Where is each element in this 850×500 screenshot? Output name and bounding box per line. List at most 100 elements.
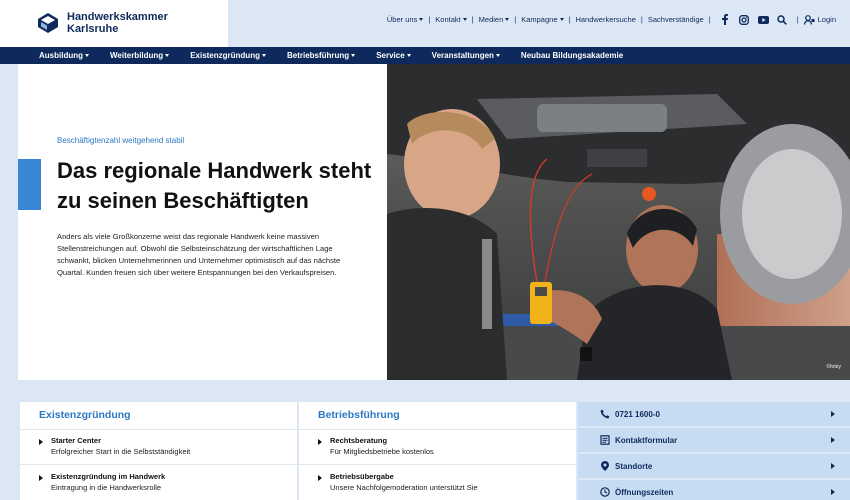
card-item-subtitle: Unsere Nachfolgemoderation unterstützt S… bbox=[330, 483, 478, 492]
arrow-right-icon bbox=[831, 463, 835, 469]
logo-link[interactable]: Handwerkskammer Karlsruhe bbox=[0, 0, 228, 47]
utility-nav: Über uns | Kontakt | Medien | Kampagne |… bbox=[387, 14, 836, 25]
logo-text: Handwerkskammer Karlsruhe bbox=[67, 11, 168, 35]
nav-label: Betriebsführung bbox=[286, 51, 350, 60]
card-item-subtitle: Eintragung in die Handwerksrolle bbox=[51, 483, 162, 492]
util-nav-kampagne[interactable]: Kampagne bbox=[521, 15, 564, 24]
arrow-right-icon bbox=[318, 475, 322, 481]
nav-label: Ausbildung bbox=[39, 51, 83, 60]
divider bbox=[299, 464, 576, 465]
chevron-down-icon bbox=[505, 18, 510, 21]
separator: | bbox=[640, 15, 643, 24]
login-label: Login bbox=[817, 15, 836, 24]
contact-label: Öffnungszeiten bbox=[615, 487, 674, 497]
arrow-right-icon bbox=[831, 437, 835, 443]
arrow-right-icon bbox=[39, 475, 43, 481]
card-title[interactable]: Existenzgründung bbox=[39, 409, 131, 421]
chevron-down-icon bbox=[495, 54, 500, 57]
hero-image: ©fotey bbox=[387, 64, 850, 380]
util-nav-handwerkersuche[interactable]: Handwerkersuche bbox=[575, 15, 635, 24]
separator: | bbox=[708, 15, 711, 24]
hero-body: Anders als viele Großkonzerne weist das … bbox=[57, 232, 341, 277]
contact-panel: 0721 1600-0 Kontaktformular Standorte Öf… bbox=[578, 402, 850, 500]
util-nav-label: Handwerkersuche bbox=[575, 15, 636, 24]
search-icon[interactable] bbox=[777, 14, 788, 25]
phone-icon bbox=[600, 409, 610, 419]
nav-neubau-bildungsakademie[interactable]: Neubau Bildungsakademie bbox=[521, 51, 623, 60]
logo-icon bbox=[38, 13, 58, 33]
separator: | bbox=[428, 15, 431, 24]
card-existenzgruendung: Existenzgründung Starter Center Erfolgre… bbox=[20, 402, 297, 500]
location-pin-icon bbox=[600, 461, 610, 471]
nav-veranstaltungen[interactable]: Veranstaltungen bbox=[432, 51, 500, 60]
logo-line-1: Handwerkskammer bbox=[67, 11, 168, 23]
separator: | bbox=[568, 15, 571, 24]
card-item-subtitle: Erfolgreicher Start in die Selbstständig… bbox=[51, 447, 191, 456]
util-nav-sachverstaendige[interactable]: Sachverständige bbox=[648, 15, 704, 24]
nav-existenzgruendung[interactable]: Existenzgründung bbox=[190, 51, 266, 60]
nav-betriebsfuehrung[interactable]: Betriebsführung bbox=[286, 51, 356, 60]
nav-label: Service bbox=[376, 51, 405, 60]
chevron-down-icon bbox=[165, 54, 170, 57]
logo-line-2: Karlsruhe bbox=[67, 23, 119, 35]
instagram-icon[interactable] bbox=[739, 14, 750, 25]
chevron-down-icon bbox=[406, 54, 411, 57]
nav-label: Veranstaltungen bbox=[431, 51, 494, 60]
card-title[interactable]: Betriebsführung bbox=[318, 409, 400, 421]
arrow-right-icon bbox=[39, 439, 43, 445]
chevron-down-icon bbox=[559, 18, 564, 21]
youtube-icon[interactable] bbox=[757, 14, 769, 25]
contact-phone[interactable]: 0721 1600-0 bbox=[578, 402, 850, 426]
contact-label: 0721 1600-0 bbox=[615, 409, 660, 419]
login-link[interactable]: Login bbox=[803, 14, 836, 25]
contact-label: Kontaktformular bbox=[615, 435, 678, 445]
util-nav-kontakt[interactable]: Kontakt bbox=[435, 15, 467, 24]
arrow-right-icon bbox=[831, 489, 835, 495]
separator: | bbox=[471, 15, 474, 24]
separator: | bbox=[796, 15, 799, 24]
chevron-down-icon bbox=[351, 54, 356, 57]
chevron-down-icon bbox=[462, 18, 467, 21]
contact-form[interactable]: Kontaktformular bbox=[578, 428, 850, 452]
util-nav-label: Kampagne bbox=[521, 15, 558, 24]
divider bbox=[299, 429, 576, 430]
card-item-title: Starter Center bbox=[51, 436, 102, 445]
clock-icon bbox=[600, 487, 610, 497]
nav-weiterbildung[interactable]: Weiterbildung bbox=[110, 51, 170, 60]
top-header: Handwerkskammer Karlsruhe Über uns | Kon… bbox=[0, 0, 850, 47]
card-item-title: Existenzgründung im Handwerk bbox=[51, 472, 166, 481]
hero-accent-bar bbox=[18, 159, 41, 210]
nav-service[interactable]: Service bbox=[376, 51, 411, 60]
hero-title: Das regionale Handwerk steht zu seinen B… bbox=[57, 158, 372, 213]
util-nav-label: Kontakt bbox=[435, 15, 461, 24]
divider bbox=[20, 464, 297, 465]
main-nav: Ausbildung Weiterbildung Existenzgründun… bbox=[0, 47, 850, 64]
util-nav-label: Sachverständige bbox=[647, 15, 704, 24]
contact-locations[interactable]: Standorte bbox=[578, 454, 850, 478]
divider bbox=[20, 429, 297, 430]
arrow-right-icon bbox=[831, 411, 835, 417]
image-credit: ©fotey bbox=[826, 364, 841, 370]
hero-kicker: Beschäftigtenzahl weitgehend stabil bbox=[57, 136, 185, 145]
nav-label: Existenzgründung bbox=[190, 51, 260, 60]
util-nav-ueber-uns[interactable]: Über uns bbox=[387, 15, 424, 24]
chevron-down-icon bbox=[419, 18, 424, 21]
facebook-icon[interactable] bbox=[720, 14, 731, 25]
chevron-down-icon bbox=[261, 54, 266, 57]
nav-ausbildung[interactable]: Ausbildung bbox=[39, 51, 89, 60]
card-item-title: Betriebsübergabe bbox=[330, 472, 394, 481]
mechanics-photo bbox=[387, 64, 850, 380]
hero-teaser[interactable]: Beschäftigtenzahl weitgehend stabil Das … bbox=[18, 64, 387, 380]
card-item-title: Rechtsberatung bbox=[330, 436, 388, 445]
nav-label: Neubau Bildungsakademie bbox=[520, 51, 624, 60]
util-nav-label: Medien bbox=[478, 15, 504, 24]
chevron-down-icon bbox=[85, 54, 89, 57]
card-item-subtitle: Für Mitgliedsbetriebe kostenlos bbox=[330, 447, 434, 456]
card-betriebsfuehrung: Betriebsführung Rechtsberatung Für Mitgl… bbox=[299, 402, 576, 500]
user-icon bbox=[803, 14, 815, 25]
util-nav-medien[interactable]: Medien bbox=[479, 15, 510, 24]
contact-opening-hours[interactable]: Öffnungszeiten bbox=[578, 480, 850, 500]
nav-label: Weiterbildung bbox=[110, 51, 164, 60]
form-icon bbox=[600, 435, 610, 445]
separator: | bbox=[514, 15, 517, 24]
